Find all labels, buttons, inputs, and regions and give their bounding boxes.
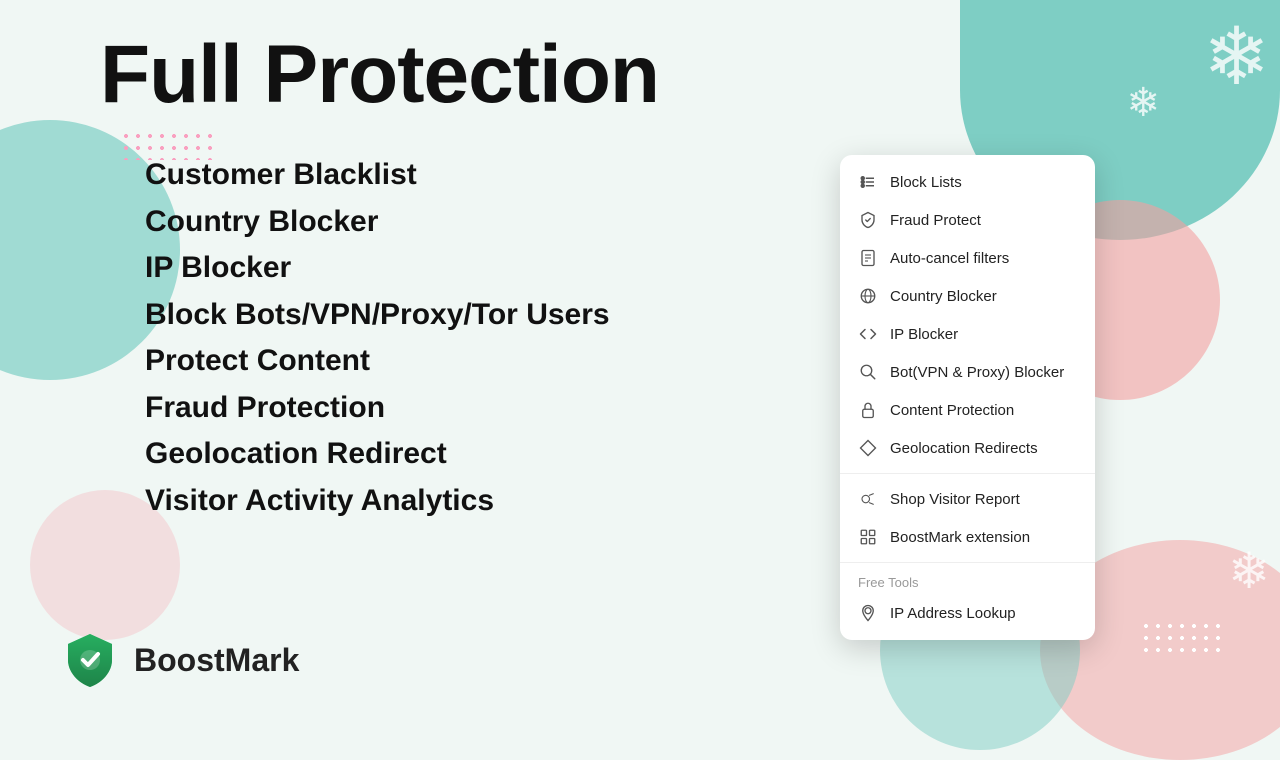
report-icon [858,489,878,509]
menu-label-fraud-protect: Fraud Protect [890,212,981,229]
dots-decoration-bottom [1140,620,1220,660]
section-label-free-tools: Free Tools [840,569,1095,594]
menu-label-country-blocker: Country Blocker [890,288,997,305]
feature-item-2: Country Blocker [145,202,610,243]
logo-text: BoostMark [134,642,299,679]
grid-icon [858,527,878,547]
logo-shield-icon [60,630,120,690]
feature-item-8: Visitor Activity Analytics [145,481,610,522]
feature-item-5: Protect Content [145,341,610,382]
menu-label-boostmark-extension: BoostMark extension [890,529,1030,546]
menu-label-content-protection: Content Protection [890,402,1014,419]
menu-item-shop-visitor-report[interactable]: Shop Visitor Report [840,480,1095,518]
feature-item-1: Customer Blacklist [145,155,610,196]
menu-item-geolocation-redirects[interactable]: Geolocation Redirects [840,429,1095,467]
snowflake-icon-3: ❄ [1228,542,1270,600]
menu-label-ip-blocker: IP Blocker [890,326,958,343]
logo: BoostMark [60,630,299,690]
divider-2 [840,562,1095,563]
globe-icon [858,286,878,306]
menu-item-ip-blocker[interactable]: IP Blocker [840,315,1095,353]
lock-icon [858,400,878,420]
menu-item-ip-address-lookup[interactable]: IP Address Lookup [840,594,1095,632]
menu-item-block-lists[interactable]: Block Lists [840,163,1095,201]
divider-1 [840,473,1095,474]
snowflake-icon-2: ❄ [1126,80,1160,126]
menu-item-boostmark-extension[interactable]: BoostMark extension [840,518,1095,556]
feature-item-6: Fraud Protection [145,388,610,429]
menu-item-fraud-protect[interactable]: Fraud Protect [840,201,1095,239]
pin-icon [858,603,878,623]
menu-item-auto-cancel[interactable]: Auto-cancel filters [840,239,1095,277]
shield-check-icon [858,210,878,230]
feature-item-3: IP Blocker [145,248,610,289]
search-icon [858,362,878,382]
document-icon [858,248,878,268]
list-icon [858,172,878,192]
code-icon [858,324,878,344]
snowflake-icon-1: ❄ [1203,10,1270,103]
menu-item-bot-blocker[interactable]: Bot(VPN & Proxy) Blocker [840,353,1095,391]
page-title: Full Protection [100,30,659,120]
menu-label-geolocation-redirects: Geolocation Redirects [890,440,1038,457]
menu-item-content-protection[interactable]: Content Protection [840,391,1095,429]
menu-item-country-blocker[interactable]: Country Blocker [840,277,1095,315]
feature-list: Customer Blacklist Country Blocker IP Bl… [145,155,610,527]
diamond-icon [858,438,878,458]
menu-label-auto-cancel: Auto-cancel filters [890,250,1009,267]
menu-label-bot-blocker: Bot(VPN & Proxy) Blocker [890,364,1064,381]
feature-item-7: Geolocation Redirect [145,434,610,475]
menu-label-ip-address-lookup: IP Address Lookup [890,605,1016,622]
dropdown-menu: Block Lists Fraud Protect Auto-cancel fi… [840,155,1095,640]
menu-label-shop-visitor-report: Shop Visitor Report [890,491,1020,508]
feature-item-4: Block Bots/VPN/Proxy/Tor Users [145,295,610,336]
menu-label-block-lists: Block Lists [890,174,962,191]
